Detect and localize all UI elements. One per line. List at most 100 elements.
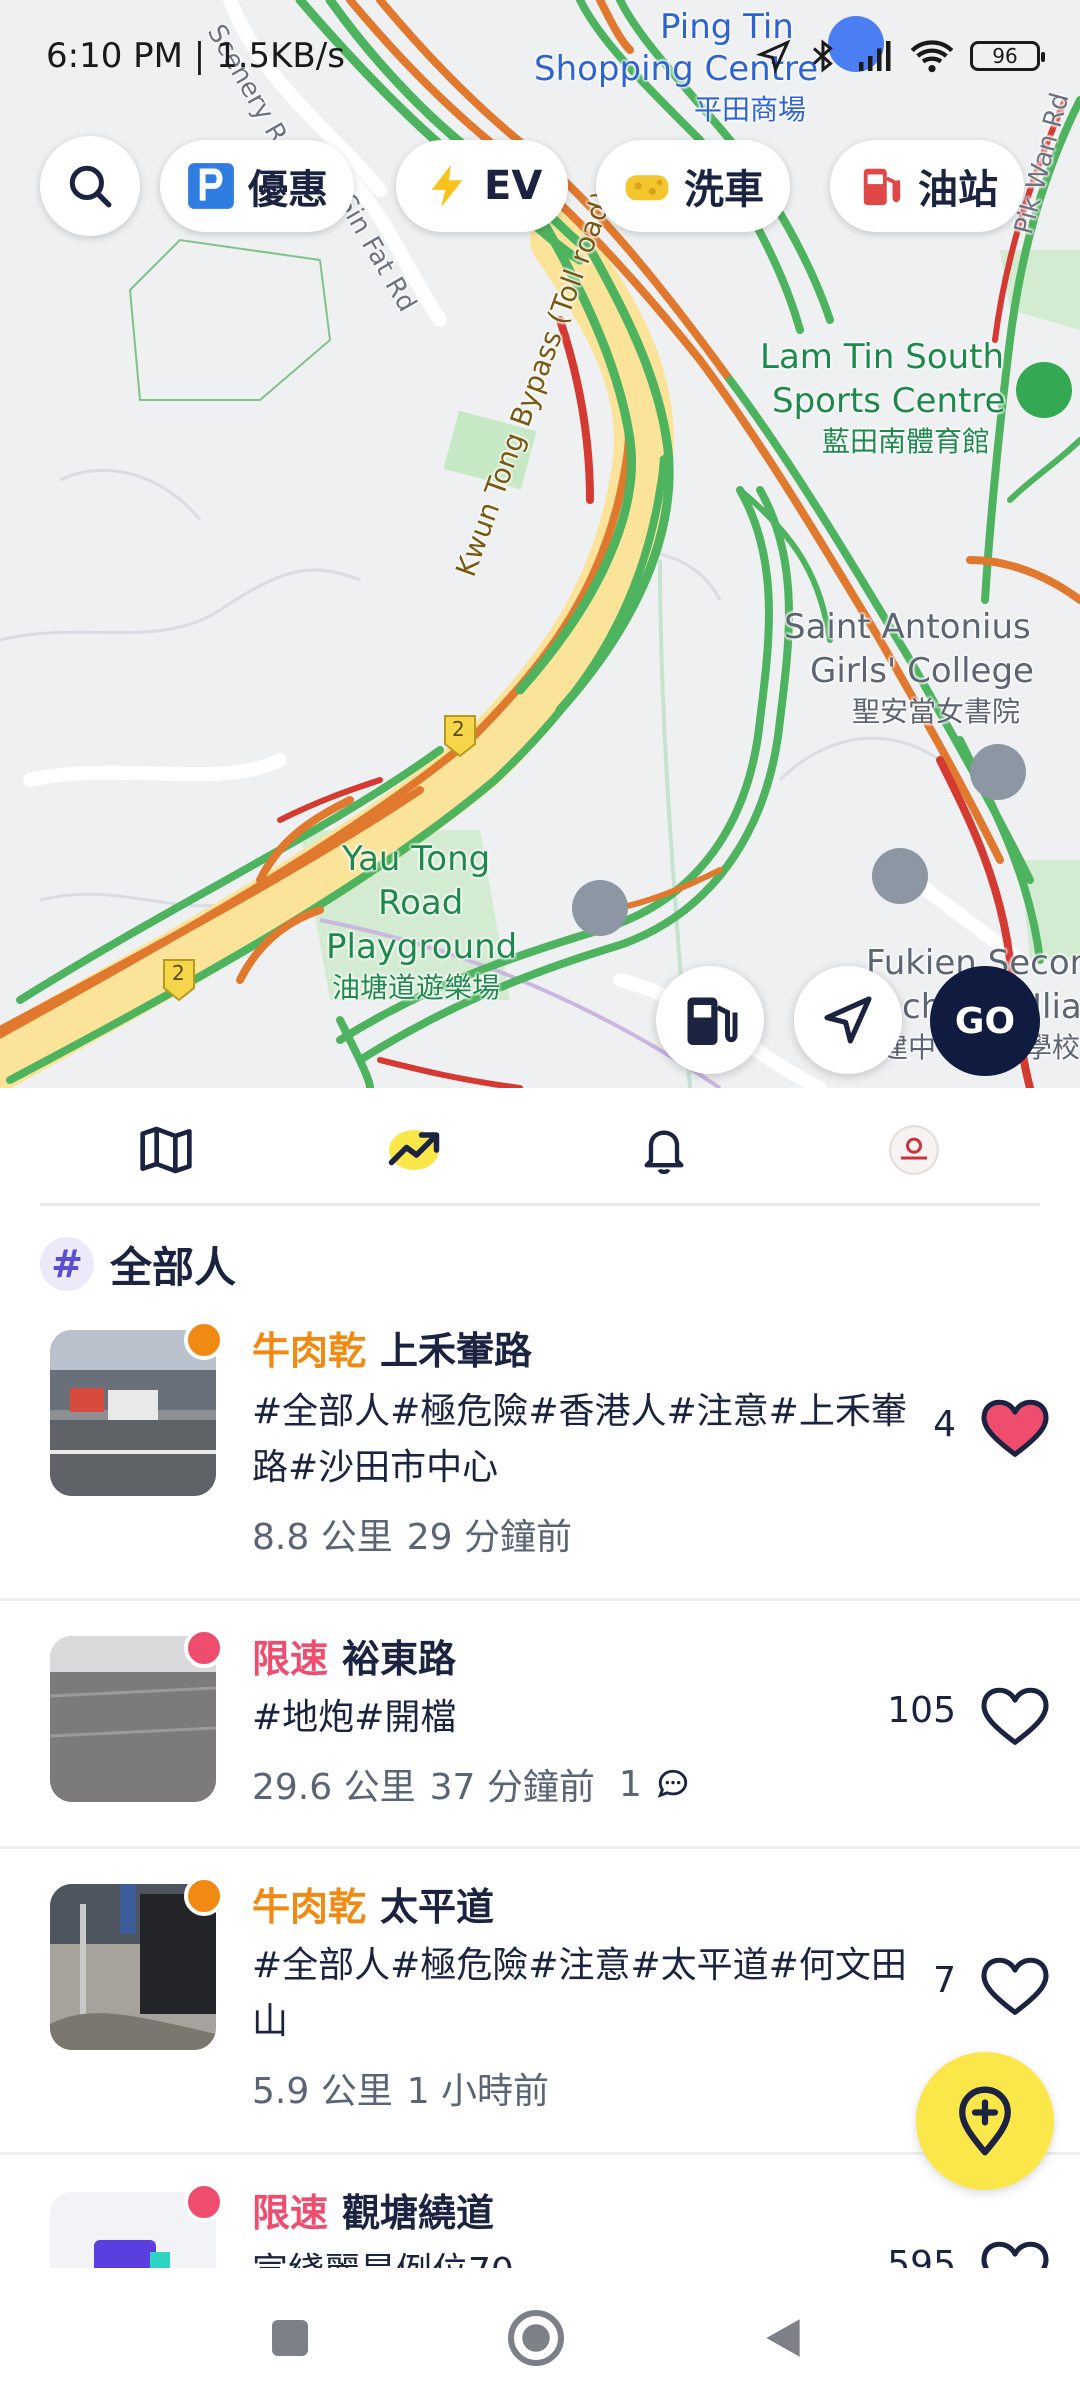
feed-post[interactable]: 限速 裕東路 #地炮#開檔 29.6 公里 37 分鐘前 1 105: [0, 1628, 1080, 1838]
category-dot: [184, 2182, 224, 2222]
chip-gas-station[interactable]: 油站: [830, 140, 1024, 232]
map-label: Saint Antonius: [784, 607, 1031, 647]
tab-bar: [0, 1088, 1080, 1206]
post-time: 37 分鐘前: [429, 1767, 595, 1808]
post-category: 牛肉乾: [252, 1329, 367, 1373]
go-label: GO: [954, 1000, 1016, 1042]
map-label: Yau Tong: [342, 839, 491, 879]
map-label: 聖安當女書院: [852, 695, 1021, 728]
category-dot: [184, 1876, 224, 1916]
go-button[interactable]: GO: [930, 966, 1040, 1076]
signal-icon: [859, 41, 891, 71]
post-distance: 29.6 公里: [252, 1767, 416, 1808]
chip-label: 洗車: [684, 167, 764, 213]
system-navigation-bar: [0, 2268, 1080, 2400]
like-count: 105: [887, 1690, 956, 1731]
home-icon[interactable]: [506, 2308, 566, 2368]
route-shield-label: 2: [172, 961, 185, 985]
chip-car-wash[interactable]: 洗車: [596, 140, 790, 232]
heart-outline-icon[interactable]: [980, 2240, 1050, 2268]
feed-section-header: # 全部人: [40, 1234, 236, 1294]
post-category: 牛肉乾: [252, 1885, 367, 1929]
heart-outline-icon[interactable]: [980, 1686, 1050, 1748]
recents-icon[interactable]: [266, 2314, 314, 2362]
trending-icon: [388, 1130, 440, 1170]
comment-count: 1: [618, 1763, 642, 1805]
fuel-pump-icon: [856, 161, 906, 211]
back-icon[interactable]: [758, 2312, 808, 2364]
sponge-icon: [622, 161, 672, 211]
add-report-button[interactable]: [916, 2052, 1054, 2190]
tab-profile[interactable]: [874, 1110, 954, 1190]
post-meta: 8.8 公里 29 分鐘前: [252, 1508, 572, 1560]
post-title: 限速 觀塘繞道: [252, 2182, 494, 2237]
post-category: 限速: [252, 1637, 329, 1681]
lightning-icon: [422, 161, 472, 211]
section-title: 全部人: [110, 1242, 237, 1292]
post-distance: 8.8 公里: [252, 1517, 393, 1558]
battery-icon: 96: [970, 41, 1045, 71]
fuel-station-button[interactable]: [656, 966, 764, 1074]
post-tags: 宣綫麗是例位70: [252, 2244, 942, 2268]
post-road: 裕東路: [342, 1637, 457, 1681]
chip-label: 油站: [918, 167, 998, 213]
chip-label: EV: [484, 163, 543, 209]
navigation-arrow-icon: [824, 996, 872, 1044]
chip-ev[interactable]: EV: [396, 140, 569, 232]
post-tags: #全部人#極危險#注意#太平道#何文田山: [252, 1945, 907, 2042]
map-label: 油塘道遊樂場: [332, 971, 501, 1004]
post-meta: 29.6 公里 37 分鐘前 1: [252, 1758, 690, 1810]
recenter-button[interactable]: [794, 966, 902, 1074]
search-button[interactable]: [40, 136, 140, 236]
parking-icon: [186, 161, 236, 211]
route-shield-label: 2: [452, 717, 465, 741]
tab-divider: [40, 1203, 1040, 1206]
map-label: 藍田南體育館: [822, 425, 991, 458]
like-count: 595: [887, 2244, 956, 2268]
tab-trending[interactable]: [374, 1110, 454, 1190]
hashtag-icon: #: [40, 1237, 94, 1291]
map-icon: [140, 1126, 192, 1174]
post-separator: [0, 1846, 1080, 1849]
heart-outline-icon[interactable]: [980, 1956, 1050, 2018]
tab-map[interactable]: [126, 1110, 206, 1190]
comment-icon: [657, 1769, 687, 1798]
bluetooth-icon: [812, 39, 833, 73]
post-tags: #地炮#開檔: [252, 1697, 457, 1738]
map-label: Playground: [326, 927, 518, 967]
category-dot: [184, 1320, 224, 1360]
map-label: Girls' College: [810, 651, 1034, 691]
post-time: 1 小時前: [406, 2071, 550, 2112]
post-tags: #全部人#極危險#香港人#注意#上禾輋路#沙田市中心: [252, 1391, 907, 1488]
fuel-pump-icon: [687, 997, 738, 1045]
like-count: 7: [933, 1960, 956, 2001]
post-title: 限速 裕東路: [252, 1628, 456, 1683]
chip-parking-discount[interactable]: 優惠: [160, 140, 354, 232]
post-distance: 5.9 公里: [252, 2071, 393, 2112]
heart-filled-icon[interactable]: [980, 1398, 1050, 1460]
map-view[interactable]: Ping Tin Shopping Centre 平田商場 Lam Tin So…: [0, 0, 1080, 1088]
tab-notifications[interactable]: [624, 1110, 704, 1190]
post-title: 牛肉乾 上禾輋路: [252, 1320, 532, 1375]
post-time: 29 分鐘前: [406, 1517, 572, 1558]
post-separator: [0, 1598, 1080, 1601]
logo-icon: [889, 1125, 939, 1175]
post-meta: 5.9 公里 1 小時前: [252, 2062, 549, 2114]
feed-post[interactable]: 牛肉乾 上禾輋路 #全部人#極危險#香港人#注意#上禾輋路#沙田市中心 8.8 公…: [0, 1320, 1080, 1598]
post-road: 觀塘繞道: [342, 2191, 495, 2235]
post-road: 太平道: [380, 1885, 495, 1929]
wifi-icon: [910, 40, 954, 73]
like-count: 4: [933, 1404, 956, 1445]
chip-label: 優惠: [248, 167, 328, 213]
post-road: 上禾輋路: [380, 1329, 533, 1373]
location-arrow-icon: [756, 39, 791, 74]
status-time: 6:10 PM | 1.5KB/s: [46, 36, 345, 76]
map-label: Sports Centre: [772, 381, 1006, 421]
battery-level: 96: [992, 44, 1018, 68]
status-icons: 96: [756, 36, 1045, 76]
status-bar: 6:10 PM | 1.5KB/s 96: [0, 0, 1080, 110]
post-category: 限速: [252, 2191, 329, 2235]
feed-post[interactable]: 限速觀塘繞道 宣綫麗是例位70 595: [0, 2182, 1080, 2268]
map-label: Road: [378, 883, 464, 923]
post-title: 牛肉乾 太平道: [252, 1876, 494, 1931]
